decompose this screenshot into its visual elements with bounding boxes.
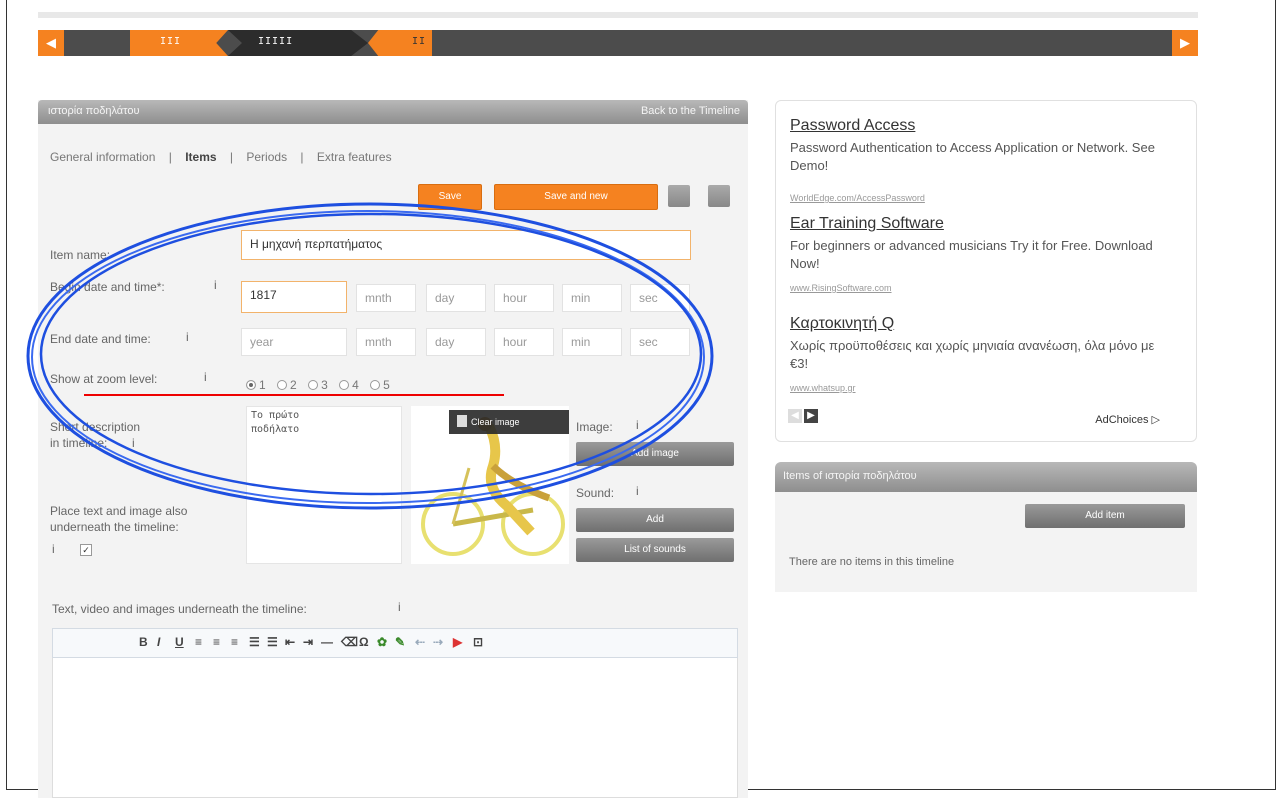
- align-left-icon[interactable]: ≡: [195, 635, 202, 649]
- indent-icon[interactable]: ⇥: [303, 635, 313, 649]
- list-of-sounds-button[interactable]: List of sounds: [576, 538, 734, 562]
- empty-items-text: There are no items in this timeline: [789, 556, 955, 568]
- redo-icon[interactable]: ⇢: [433, 635, 443, 649]
- tab-general-information[interactable]: General information: [50, 150, 155, 164]
- timeline-next-button[interactable]: ▶: [1172, 30, 1198, 56]
- panel-header: ιστορία ποδηλάτου Back to the Timeline: [38, 100, 748, 124]
- tab-separator: |: [168, 150, 172, 164]
- ad-text[interactable]: Χωρίς προϋποθέσεις και χωρίς μηνιαία ανα…: [790, 337, 1170, 373]
- align-center-icon[interactable]: ≡: [213, 635, 220, 649]
- youtube-icon[interactable]: ▶: [453, 635, 462, 649]
- ad-block: Password Access Password Authentication …: [775, 100, 1197, 442]
- ad-url[interactable]: WorldEdge.com/AccessPassword: [790, 193, 925, 203]
- underline-icon[interactable]: U: [175, 635, 184, 649]
- timeline-top-border: [38, 12, 1198, 18]
- editor-toolbar: B I U ≡ ≡ ≡ ☰ ☰ ⇤ ⇥ — ⌫ Ω ✿ ✎ ⇠ ⇢ ▶ ⊡: [52, 628, 738, 658]
- special-character-icon[interactable]: Ω: [359, 635, 369, 649]
- annotation-underline: [84, 394, 504, 396]
- items-panel-header: Items of ιστορία ποδηλάτου: [775, 462, 1197, 492]
- adchoices-link[interactable]: AdChoices ▷: [1095, 413, 1160, 426]
- place-underneath-checkbox[interactable]: ✓: [80, 544, 92, 556]
- timeline-ticks: II: [412, 36, 427, 47]
- tab-periods[interactable]: Periods: [246, 150, 287, 164]
- ad-title[interactable]: Ear Training Software: [790, 215, 944, 233]
- add-item-button[interactable]: Add item: [1025, 504, 1185, 528]
- emoticon-icon[interactable]: ✿: [377, 635, 387, 649]
- ad-url[interactable]: www.whatsup.gr: [790, 383, 856, 393]
- undo-icon[interactable]: ⇠: [415, 635, 425, 649]
- items-list-panel: Items of ιστορία ποδηλάτου Add item Ther…: [775, 462, 1197, 592]
- tab-extra-features[interactable]: Extra features: [317, 150, 392, 164]
- ad-title[interactable]: Password Access: [790, 117, 915, 135]
- annotation-ellipse: [26, 202, 714, 510]
- ad-text[interactable]: Password Authentication to Access Applic…: [790, 139, 1170, 175]
- timeline-zoom-window-2[interactable]: [228, 30, 368, 56]
- insert-image-icon[interactable]: ✎: [395, 635, 405, 649]
- rich-text-editor[interactable]: [52, 658, 738, 798]
- chevron-left-icon: ◀: [46, 35, 56, 50]
- tab-items[interactable]: Items: [185, 150, 216, 164]
- italic-icon[interactable]: I: [157, 635, 160, 649]
- horizontal-rule-icon[interactable]: —: [321, 635, 333, 649]
- ad-url[interactable]: www.RisingSoftware.com: [790, 283, 892, 293]
- items-panel-title: Items of ιστορία ποδηλάτου: [783, 470, 917, 482]
- info-icon[interactable]: i: [398, 600, 401, 614]
- ad-prev-icon[interactable]: ◀: [788, 409, 802, 423]
- timeline-ticks: IIIII: [258, 36, 294, 47]
- bullet-list-icon[interactable]: ☰: [249, 635, 260, 649]
- editor-label: Text, video and images underneath the ti…: [52, 602, 307, 616]
- tab-bar: General information | Items | Periods | …: [50, 150, 402, 164]
- tab-separator: |: [229, 150, 234, 164]
- timeline-prev-button[interactable]: ◀: [38, 30, 64, 56]
- align-right-icon[interactable]: ≡: [231, 635, 238, 649]
- chevron-right-icon: ▶: [1180, 35, 1190, 50]
- html-source-icon[interactable]: ⊡: [473, 635, 483, 649]
- panel-title: ιστορία ποδηλάτου: [48, 105, 140, 117]
- bold-icon[interactable]: B: [139, 635, 148, 649]
- numbered-list-icon[interactable]: ☰: [267, 635, 278, 649]
- ad-text[interactable]: For beginners or advanced musicians Try …: [790, 237, 1170, 273]
- remove-format-icon[interactable]: ⌫: [341, 635, 358, 649]
- place-text-label-line2: underneath the timeline:: [50, 520, 179, 534]
- back-to-timeline-link[interactable]: Back to the Timeline: [641, 105, 740, 117]
- ad-title[interactable]: Καρτοκινητή Q: [790, 315, 894, 333]
- outdent-icon[interactable]: ⇤: [285, 635, 295, 649]
- ad-next-icon[interactable]: ▶: [804, 409, 818, 423]
- timeline-ticks: III: [160, 36, 182, 47]
- info-icon[interactable]: i: [52, 542, 55, 556]
- tab-separator: |: [300, 150, 304, 164]
